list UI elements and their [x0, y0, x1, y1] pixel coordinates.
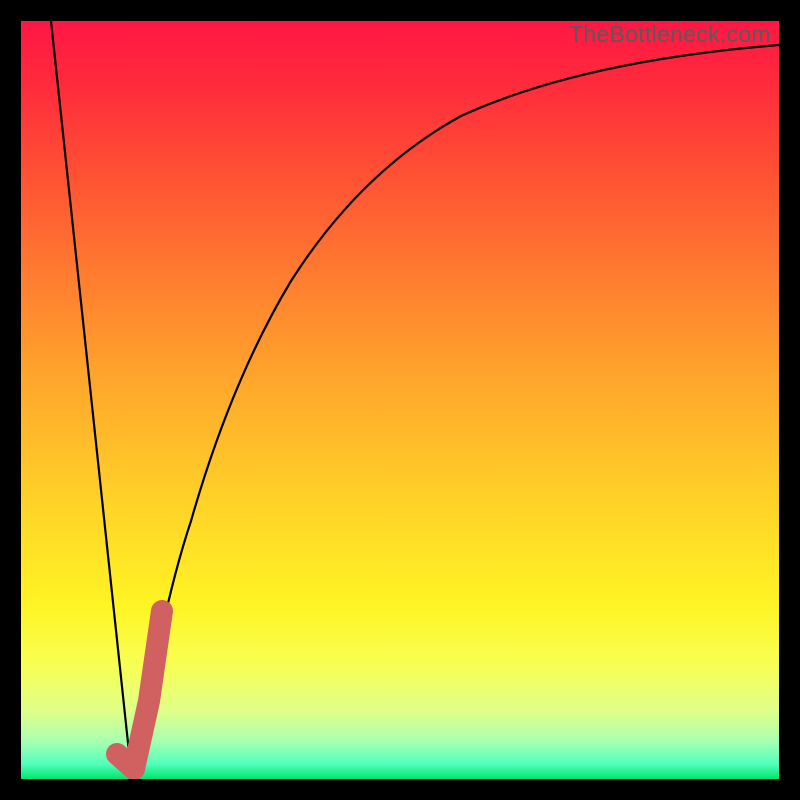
- watermark-text: TheBottleneck.com: [569, 21, 771, 48]
- plot-area: TheBottleneck.com: [21, 21, 779, 779]
- bottleneck-curve-right: [136, 45, 779, 771]
- highlight-segment: [117, 611, 162, 769]
- bottleneck-curve-left: [51, 21, 131, 771]
- frame: TheBottleneck.com: [0, 0, 800, 800]
- curve-layer: [21, 21, 779, 779]
